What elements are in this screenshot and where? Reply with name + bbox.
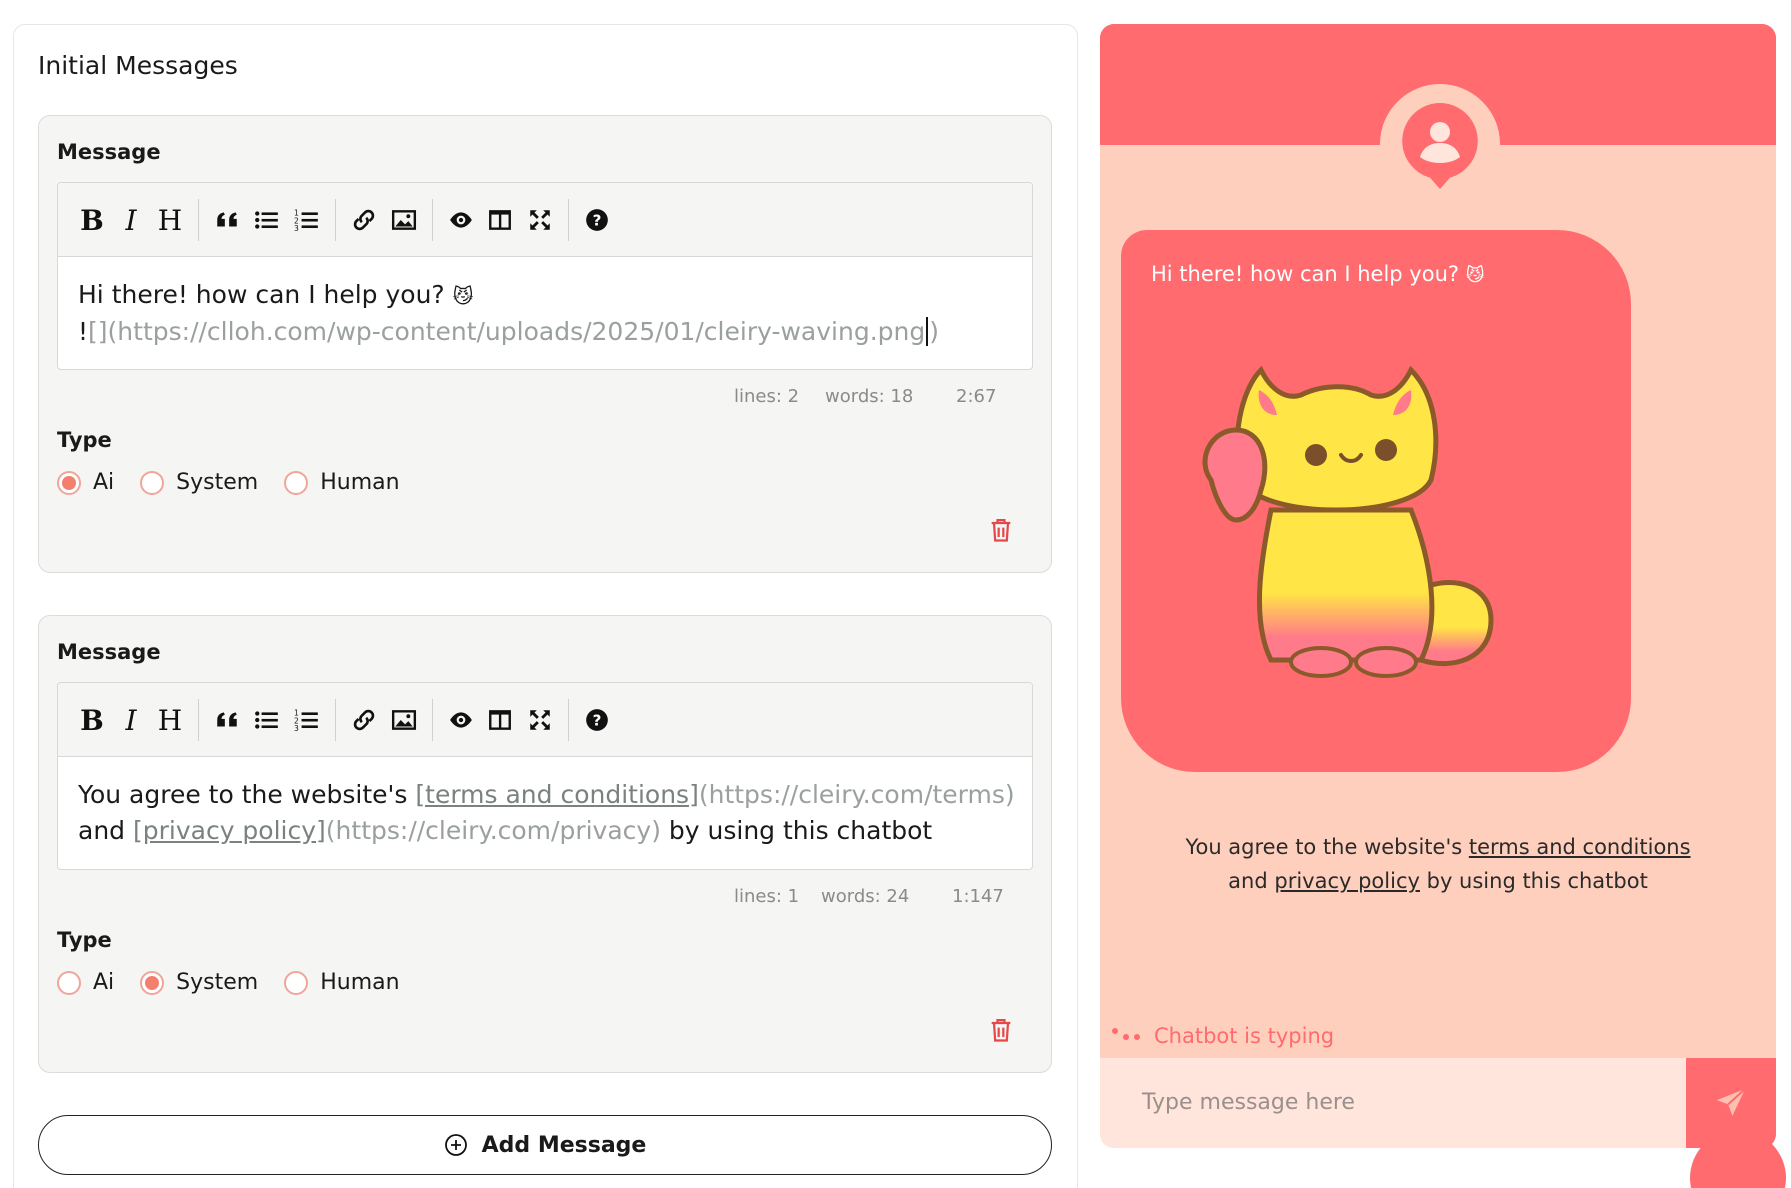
send-icon [1716,1088,1746,1116]
radio-system[interactable]: System [140,970,258,995]
heading-icon[interactable]: H [152,702,188,738]
type-radio-group: Ai System Human [57,470,426,495]
link-icon[interactable] [346,202,382,238]
message-card: Message B I H 123 [38,115,1052,573]
preview-icon[interactable] [443,702,479,738]
unordered-list-icon[interactable] [249,202,285,238]
delete-message-icon[interactable] [987,516,1015,544]
cat-mascot-image [1202,365,1494,678]
type-radio-group: Ai System Human [57,970,426,995]
side-by-side-icon[interactable] [482,202,518,238]
svg-text:?: ? [593,211,602,229]
help-icon[interactable]: ? [579,702,615,738]
type-label: Type [57,428,112,452]
fullscreen-icon[interactable] [522,702,558,738]
message-card: Message B I H 123 [38,615,1052,1073]
bold-icon[interactable]: B [74,702,110,738]
system-message: You agree to the website's terms and con… [1185,835,1691,893]
message-label: Message [57,140,161,164]
editor-toolbar: B I H 123 ? [58,683,1032,757]
editor-content[interactable]: You agree to the website's [terms and co… [58,757,1032,869]
bubble-text: Hi there! how can I help you? 😼 [1151,262,1485,286]
radio-ai[interactable]: Ai [57,470,114,495]
radio-human[interactable]: Human [284,470,400,495]
initial-messages-panel: Initial Messages Message B I H 123 ? Hi … [13,24,1078,1188]
delete-message-icon[interactable] [987,1016,1015,1044]
message-label: Message [57,640,161,664]
plus-circle-icon [444,1134,467,1156]
terms-link[interactable]: terms and conditions [1469,835,1691,859]
panel-title: Initial Messages [38,51,238,80]
fullscreen-icon[interactable] [522,202,558,238]
image-icon[interactable] [386,202,422,238]
preview-icon[interactable] [443,202,479,238]
help-icon[interactable]: ? [579,202,615,238]
ordered-list-icon[interactable]: 123 [289,202,325,238]
unordered-list-icon[interactable] [249,702,285,738]
svg-text:3: 3 [294,724,299,733]
type-label: Type [57,928,112,952]
side-by-side-icon[interactable] [482,702,518,738]
quote-icon[interactable] [209,202,245,238]
chat-message-input[interactable]: Type message here [1100,1058,1686,1148]
italic-icon[interactable]: I [113,702,149,738]
link-icon[interactable] [346,702,382,738]
radio-human[interactable]: Human [284,970,400,995]
svg-text:3: 3 [294,224,299,233]
add-message-button[interactable]: Add Message [38,1115,1052,1175]
image-icon[interactable] [386,702,422,738]
ai-message-bubble: Hi there! how can I help you? 😼 [1121,230,1631,772]
status-words: words: 18 [825,386,914,407]
status-words: words: 24 [821,886,910,907]
italic-icon[interactable]: I [113,202,149,238]
status-cursor: 1:147 [952,886,1004,907]
status-cursor: 2:67 [956,386,997,407]
quote-icon[interactable] [209,702,245,738]
heading-icon[interactable]: H [152,202,188,238]
typing-dots-icon [1112,1026,1142,1046]
editor-content[interactable]: Hi there! how can I help you? 😼 ![](http… [58,257,1032,370]
bold-icon[interactable]: B [74,202,110,238]
svg-text:?: ? [593,711,602,729]
radio-ai[interactable]: Ai [57,970,114,995]
radio-system[interactable]: System [140,470,258,495]
markdown-editor: B I H 123 [57,682,1033,870]
status-lines: lines: 1 [734,886,800,907]
typing-indicator: Chatbot is typing [1112,1024,1334,1048]
bot-avatar-icon [1402,103,1478,189]
privacy-link[interactable]: privacy policy [1274,869,1420,893]
status-lines: lines: 2 [734,386,800,407]
ordered-list-icon[interactable]: 123 [289,702,325,738]
chat-preview: Hi there! how can I help you? 😼 You agre… [1100,24,1776,1148]
markdown-editor: B I H 123 [57,182,1033,370]
editor-toolbar: B I H 123 ? [58,183,1032,257]
